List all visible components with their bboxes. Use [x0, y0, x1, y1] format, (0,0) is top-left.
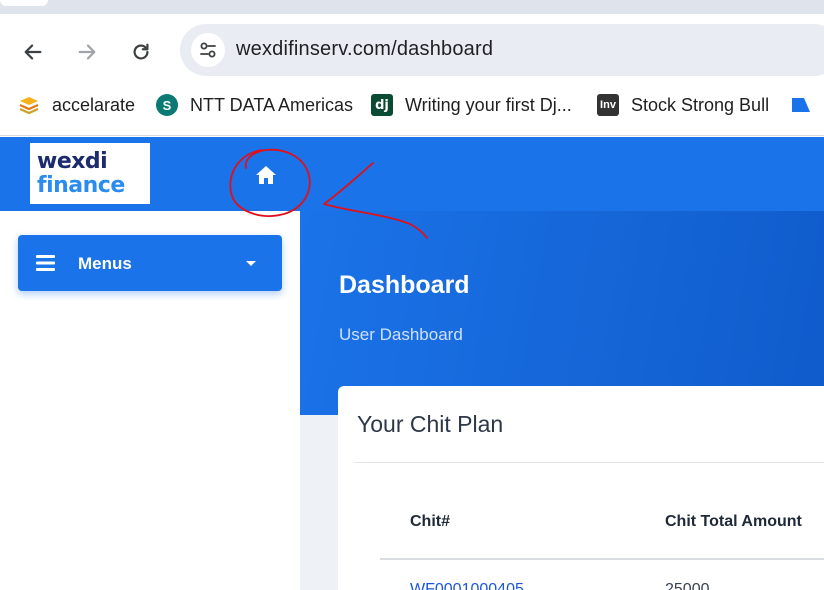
- app-header: wexdi finance: [0, 137, 824, 211]
- url-text[interactable]: wexdifinserv.com/dashboard: [236, 38, 493, 61]
- tab-strip: [0, 0, 824, 14]
- back-icon: [24, 44, 42, 60]
- logo-line-1: wexdi: [37, 148, 108, 174]
- menus-label: Menus: [78, 254, 132, 273]
- sidebar: Menus: [0, 211, 300, 590]
- bookmarks-bar: accelarate S NTT DATA Americas dj Writin…: [0, 86, 824, 136]
- hamburger-icon: [36, 255, 55, 271]
- wexdi-finance-logo[interactable]: wexdi finance: [30, 143, 150, 204]
- stack-icon: [18, 94, 40, 116]
- browser-toolbar: wexdifinserv.com/dashboard: [0, 14, 824, 86]
- bookmark-label: Writing your first Dj...: [405, 94, 572, 115]
- chit-number-link[interactable]: WF0001000405: [410, 581, 524, 590]
- home-button[interactable]: [253, 164, 279, 186]
- home-icon: [256, 166, 276, 184]
- card-divider: [354, 462, 824, 463]
- tune-icon: [200, 42, 216, 58]
- dashboard-banner: Dashboard User Dashboard: [300, 211, 824, 415]
- back-button[interactable]: [15, 34, 51, 70]
- column-header-chit: Chit#: [410, 513, 450, 530]
- bookmark-label: Stock Strong Bull: [631, 94, 770, 115]
- chit-plan-card: Your Chit Plan Chit# Chit Total Amount W…: [338, 386, 824, 590]
- column-header-total-amount: Chit Total Amount: [665, 513, 802, 530]
- logo-line-2: finance: [37, 172, 125, 198]
- bookmark-label: accelarate: [52, 94, 136, 115]
- site-info-button[interactable]: [191, 33, 225, 67]
- active-tab-edge[interactable]: [0, 0, 48, 6]
- bookmark-django[interactable]: dj Writing your first Dj...: [371, 94, 572, 116]
- chevron-down-icon: [246, 261, 256, 266]
- django-icon: dj: [371, 94, 393, 116]
- bookmark-label: NTT DATA Americas: [190, 94, 354, 115]
- bookmark-stock-strong-bull[interactable]: Inv Stock Strong Bull: [597, 94, 769, 116]
- sharepoint-icon: S: [156, 94, 178, 116]
- chit-total-amount: 25000: [665, 581, 710, 590]
- bookmark-accelarate[interactable]: accelarate: [18, 94, 135, 116]
- bookmark-overflow[interactable]: [790, 94, 824, 116]
- reload-button[interactable]: [123, 34, 159, 70]
- page-title: Dashboard: [339, 271, 470, 299]
- bookmark-ntt-data[interactable]: S NTT DATA Americas: [156, 94, 353, 116]
- bookmark-blue-icon: [790, 94, 812, 116]
- page-subtitle: User Dashboard: [339, 325, 463, 344]
- forward-icon: [78, 44, 96, 60]
- table-header-border: [380, 558, 824, 560]
- main-content: Dashboard User Dashboard Your Chit Plan …: [300, 211, 824, 590]
- menus-dropdown-button[interactable]: Menus: [18, 235, 282, 291]
- card-title: Your Chit Plan: [357, 411, 504, 437]
- address-bar[interactable]: wexdifinserv.com/dashboard: [180, 24, 824, 76]
- reload-icon: [133, 43, 149, 60]
- forward-button[interactable]: [69, 34, 105, 70]
- investing-icon: Inv: [597, 94, 619, 116]
- browser-window: wexdifinserv.com/dashboard accelarate S …: [0, 0, 824, 590]
